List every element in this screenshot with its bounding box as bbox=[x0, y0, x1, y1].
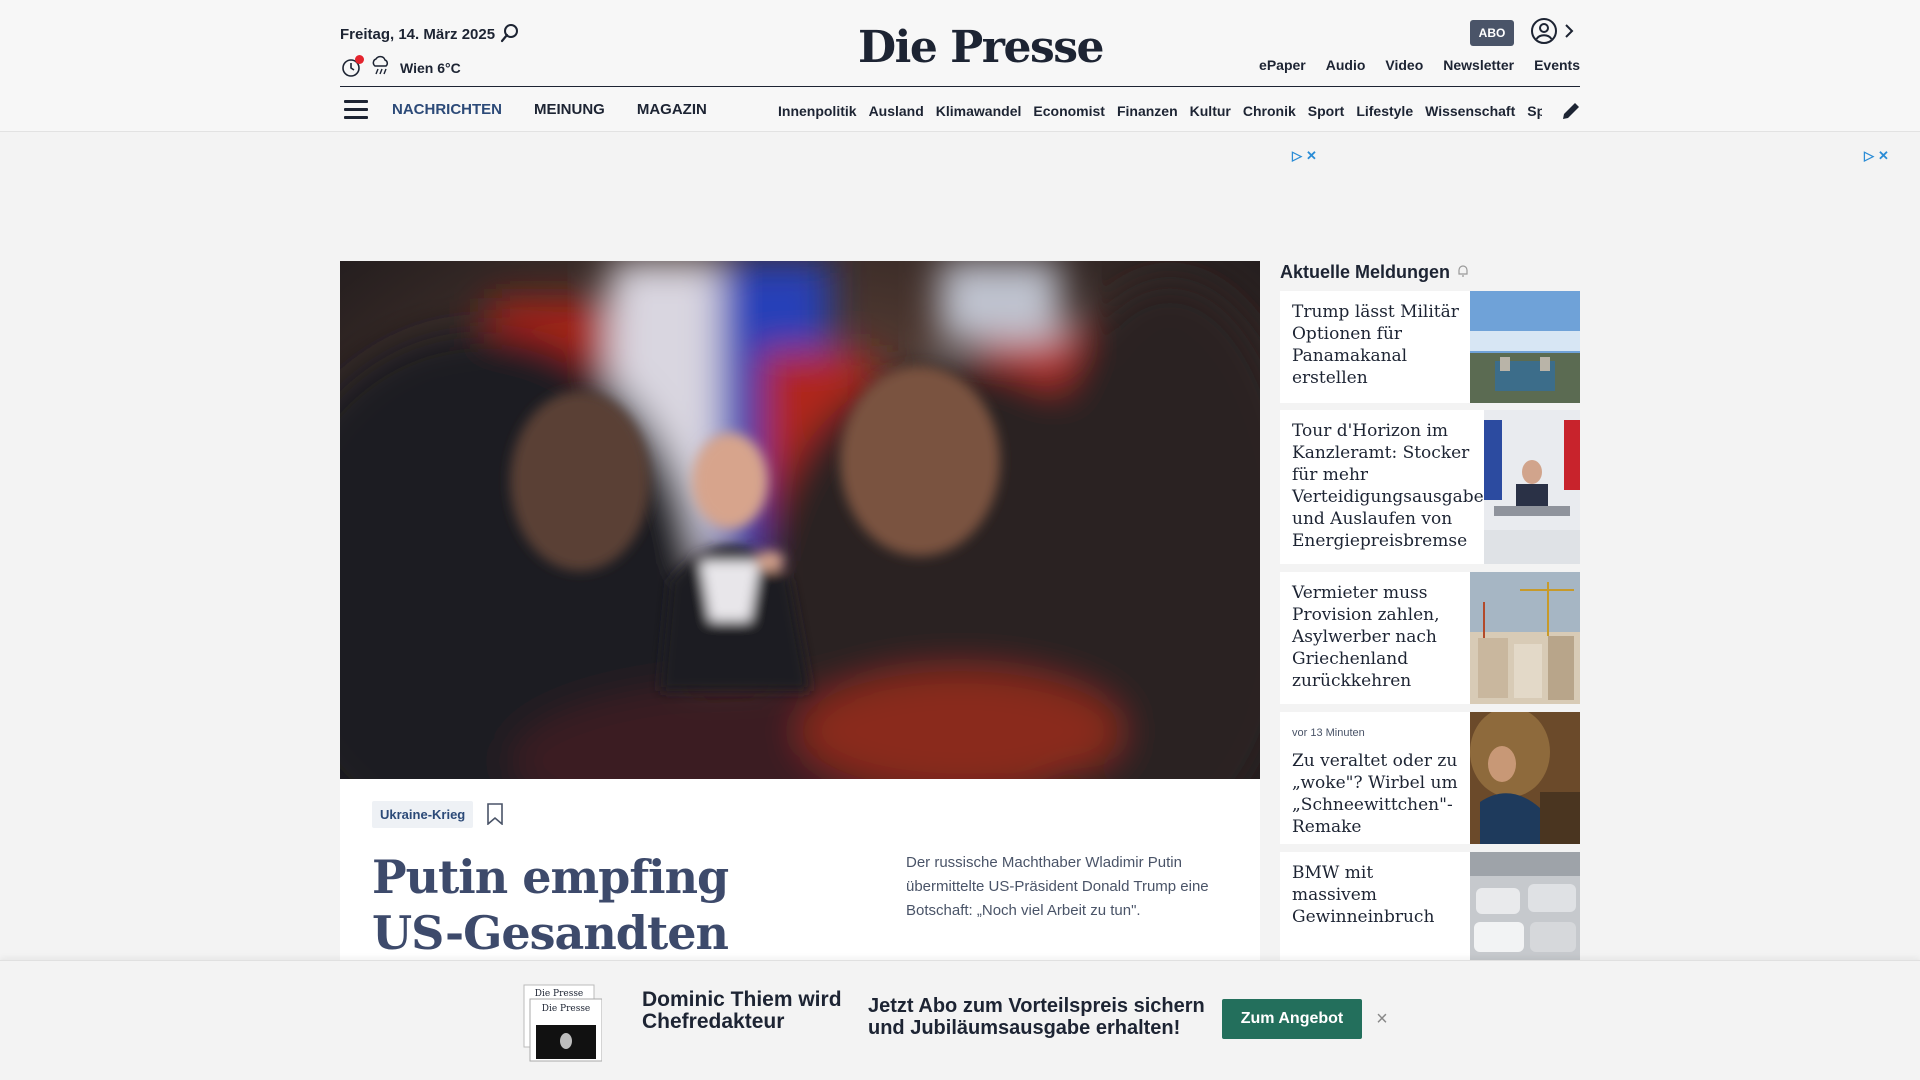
topnav-events[interactable]: Events bbox=[1534, 57, 1580, 73]
article-tag[interactable]: Ukraine-Krieg bbox=[372, 801, 474, 828]
news-item-content: vor 13 Minuten Zu veraltet oder zu „woke… bbox=[1292, 722, 1462, 838]
section-sport[interactable]: Sport bbox=[1308, 103, 1345, 119]
site-header: Freitag, 14. März 2025 Wien 6°C Die Pres… bbox=[0, 0, 1920, 132]
rain-cloud-icon bbox=[370, 54, 392, 81]
news-thumbnail bbox=[1470, 291, 1580, 403]
ad-choices-left[interactable]: ▷ ✕ bbox=[1292, 148, 1317, 164]
newspaper-stack-image: Die Presse Die Presse bbox=[523, 984, 602, 1062]
topnav-video[interactable]: Video bbox=[1385, 57, 1423, 73]
site-logo[interactable]: Die Presse bbox=[858, 22, 1104, 73]
news-thumbnail bbox=[1470, 852, 1580, 962]
account-button[interactable] bbox=[1530, 17, 1580, 50]
news-item[interactable]: vor 13 Minuten Zu veraltet oder zu „woke… bbox=[1280, 712, 1580, 844]
section-lifestyle[interactable]: Lifestyle bbox=[1356, 103, 1413, 119]
latest-news-label: Aktuelle Meldungen bbox=[1280, 262, 1451, 282]
banner-title: Dominic Thiem wird Chefredakteur bbox=[642, 988, 842, 1033]
papers-logo-front: Die Presse bbox=[542, 1004, 591, 1014]
hamburger-menu-icon[interactable] bbox=[344, 100, 368, 120]
article-teaser: Der russische Machthaber Wladimir Putin … bbox=[906, 854, 1209, 919]
history-icon[interactable] bbox=[340, 54, 364, 79]
header-divider bbox=[340, 86, 1580, 87]
nav-magazin[interactable]: MAGAZIN bbox=[637, 101, 707, 118]
ad-close-icon[interactable]: ✕ bbox=[1306, 148, 1317, 164]
nav-meinung[interactable]: MEINUNG bbox=[534, 101, 605, 118]
subscription-banner: Die Presse Die Presse Dominic Thiem wird… bbox=[0, 960, 1920, 1080]
section-chronik[interactable]: Chronik bbox=[1243, 103, 1296, 119]
close-icon[interactable]: × bbox=[1372, 1009, 1392, 1029]
news-item-timestamp: vor 13 Minuten bbox=[1292, 727, 1365, 739]
bookmark-icon[interactable] bbox=[486, 803, 504, 826]
hero-article-card[interactable]: Ukraine-Krieg Putin empfing US-Gesandten… bbox=[340, 779, 1260, 1016]
news-item-text: Zu veraltet oder zu „woke"? Wirbel um „S… bbox=[1292, 751, 1458, 837]
ad-choices-right[interactable]: ▷ ✕ bbox=[1864, 148, 1889, 164]
section-spectrum[interactable]: Spectrum bbox=[1527, 103, 1542, 119]
main-nav: NACHRICHTEN MEINUNG MAGAZIN bbox=[392, 101, 707, 118]
section-economist[interactable]: Economist bbox=[1033, 103, 1105, 119]
pencil-icon[interactable] bbox=[1560, 100, 1582, 122]
news-item-text: Tour d'Horizon im Kanzleramt: Stocker fü… bbox=[1292, 421, 1495, 551]
top-nav: ePaper Audio Video Newsletter Events bbox=[1259, 57, 1580, 73]
search-icon[interactable] bbox=[498, 22, 522, 46]
news-item[interactable]: Trump lässt Militär Optionen für Panamak… bbox=[1280, 291, 1580, 403]
adchoices-play-icon: ▷ bbox=[1864, 148, 1874, 163]
news-item-text: BMW mit massivem Gewinneinbruch bbox=[1292, 863, 1435, 927]
news-thumbnail bbox=[1484, 410, 1580, 564]
chevron-right-icon bbox=[1564, 23, 1574, 43]
latest-news-title: Aktuelle Meldungen bbox=[1280, 262, 1470, 283]
section-nav: Innenpolitik Ausland Klimawandel Economi… bbox=[778, 103, 1542, 119]
notification-dot bbox=[355, 54, 364, 64]
section-klimawandel[interactable]: Klimawandel bbox=[936, 103, 1022, 119]
news-thumbnail bbox=[1470, 572, 1580, 704]
news-item[interactable]: Vermieter muss Provision zahlen, Asylwer… bbox=[1280, 572, 1580, 704]
hero-image[interactable] bbox=[340, 261, 1260, 779]
current-date: Freitag, 14. März 2025 bbox=[340, 26, 496, 43]
section-ausland[interactable]: Ausland bbox=[869, 103, 924, 119]
user-icon bbox=[1530, 17, 1558, 50]
section-finanzen[interactable]: Finanzen bbox=[1117, 103, 1178, 119]
nav-nachrichten[interactable]: NACHRICHTEN bbox=[392, 101, 502, 118]
news-thumbnail bbox=[1470, 712, 1580, 844]
topnav-newsletter[interactable]: Newsletter bbox=[1443, 57, 1514, 73]
bell-icon[interactable] bbox=[1456, 262, 1470, 283]
adchoices-play-icon: ▷ bbox=[1292, 148, 1302, 163]
news-item[interactable]: BMW mit massivem Gewinneinbruch bbox=[1280, 852, 1580, 962]
news-item-text: Vermieter muss Provision zahlen, Asylwer… bbox=[1292, 583, 1440, 691]
topnav-audio[interactable]: Audio bbox=[1326, 57, 1366, 73]
news-item-text: Trump lässt Militär Optionen für Panamak… bbox=[1292, 302, 1459, 388]
weather-text: Wien 6°C bbox=[400, 59, 461, 76]
weather-widget[interactable]: Wien 6°C bbox=[340, 54, 461, 81]
abo-button[interactable]: ABO bbox=[1470, 20, 1514, 46]
topnav-epaper[interactable]: ePaper bbox=[1259, 57, 1306, 73]
section-innenpolitik[interactable]: Innenpolitik bbox=[778, 103, 857, 119]
banner-text: Jetzt Abo zum Vorteilspreis sichern und … bbox=[868, 995, 1205, 1039]
section-wissenschaft[interactable]: Wissenschaft bbox=[1425, 103, 1515, 119]
ad-close-icon[interactable]: ✕ bbox=[1878, 148, 1889, 164]
papers-logo-back: Die Presse bbox=[535, 989, 584, 999]
news-item[interactable]: Tour d'Horizon im Kanzleramt: Stocker fü… bbox=[1280, 410, 1580, 564]
offer-button[interactable]: Zum Angebot bbox=[1222, 999, 1362, 1039]
section-kultur[interactable]: Kultur bbox=[1190, 103, 1231, 119]
